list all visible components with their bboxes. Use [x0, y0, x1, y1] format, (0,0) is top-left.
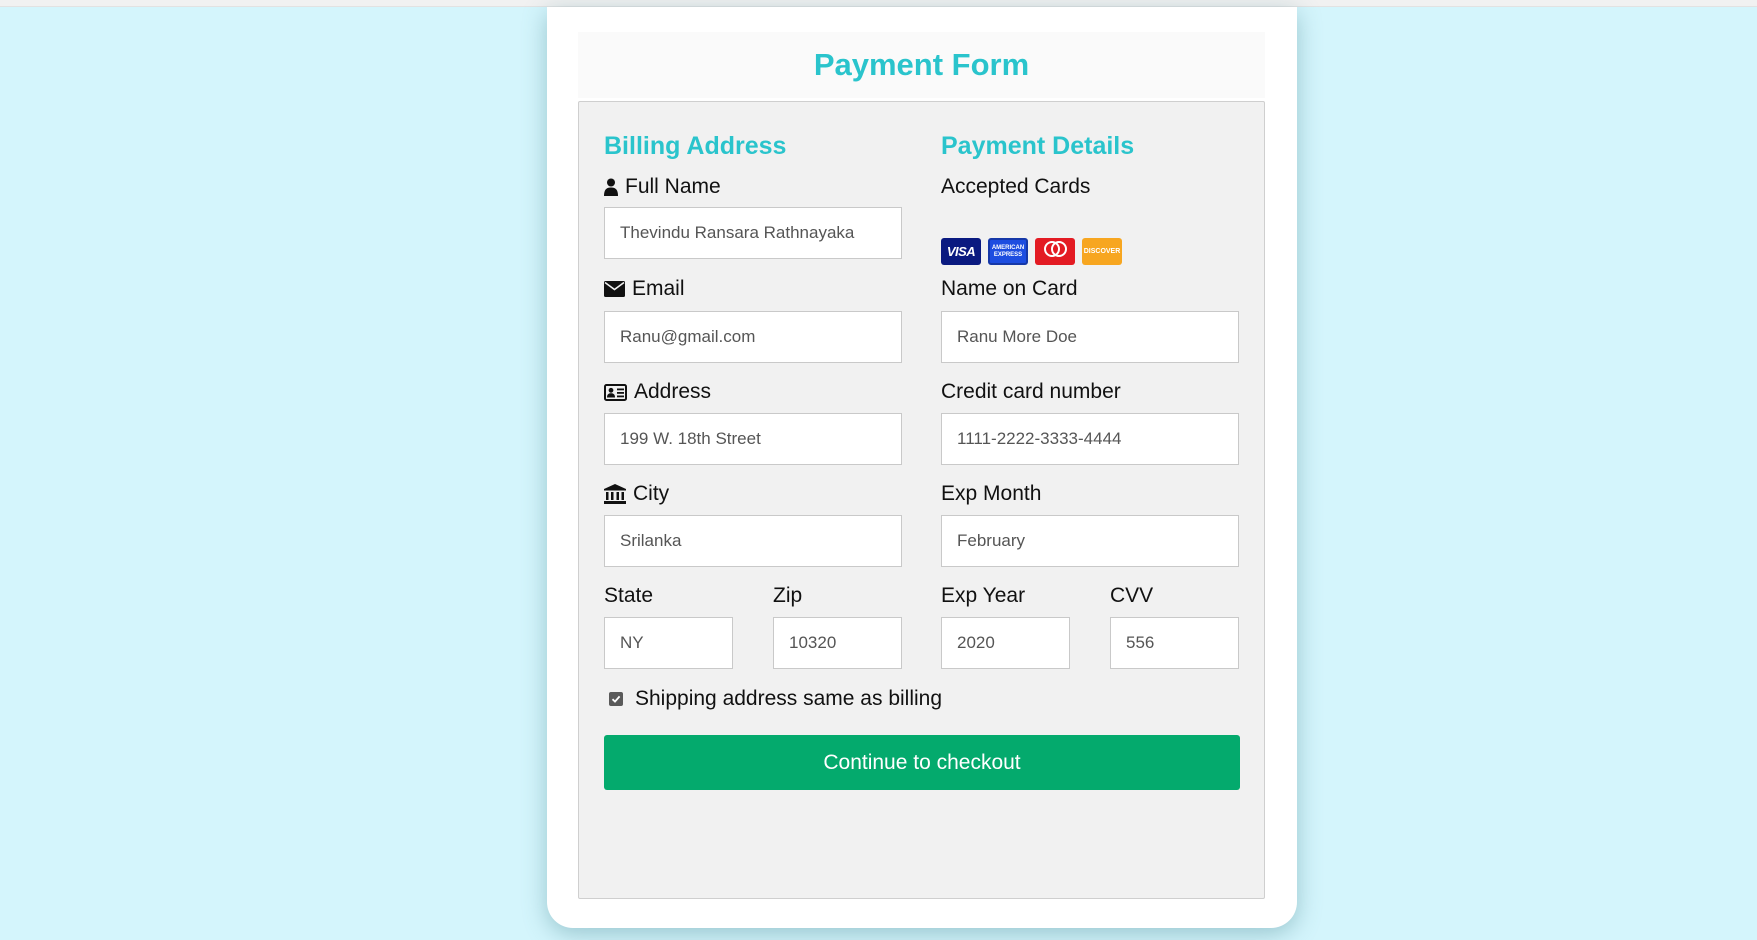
- accepted-cards-icons: VISA AMERICAN EXPRESS DISCOVER: [941, 238, 1122, 265]
- email-label: Email: [604, 277, 685, 301]
- state-input[interactable]: [604, 617, 733, 669]
- zip-label: Zip: [773, 584, 803, 607]
- envelope-icon: [604, 281, 625, 297]
- checkbox-checked-icon[interactable]: [609, 692, 623, 706]
- form-panel: Billing Address Full Name Email Addre: [578, 101, 1265, 899]
- state-label: State: [604, 584, 654, 607]
- exp-year-label: Exp Year: [941, 584, 1026, 607]
- address-input[interactable]: [604, 413, 902, 465]
- institution-icon: [604, 484, 626, 504]
- billing-heading: Billing Address: [604, 132, 787, 160]
- visa-card-icon: VISA: [941, 238, 981, 265]
- amex-card-icon: AMERICAN EXPRESS: [988, 238, 1028, 265]
- exp-month-label: Exp Month: [941, 482, 1042, 505]
- payment-heading: Payment Details: [941, 132, 1135, 160]
- city-label: City: [604, 482, 669, 506]
- card-number-input[interactable]: [941, 413, 1239, 465]
- full-name-input[interactable]: [604, 207, 902, 259]
- continue-to-checkout-button[interactable]: Continue to checkout: [604, 735, 1240, 790]
- email-input[interactable]: [604, 311, 902, 363]
- page-title: Payment Form: [813, 47, 1030, 82]
- city-input[interactable]: [604, 515, 902, 567]
- discover-card-icon: DISCOVER: [1082, 238, 1122, 265]
- cvv-input[interactable]: [1110, 617, 1239, 669]
- cvv-label: CVV: [1110, 584, 1154, 607]
- full-name-label: Full Name: [604, 175, 721, 199]
- payment-form-card: Payment Form Billing Address Full Name E…: [547, 7, 1297, 928]
- card-number-label: Credit card number: [941, 380, 1121, 403]
- zip-input[interactable]: [773, 617, 902, 669]
- mastercard-icon: [1035, 238, 1075, 265]
- exp-year-input[interactable]: [941, 617, 1070, 669]
- shipping-same-label: Shipping address same as billing: [635, 687, 943, 710]
- user-icon: [604, 178, 618, 196]
- name-on-card-input[interactable]: [941, 311, 1239, 363]
- form-title-band: Payment Form: [578, 32, 1265, 98]
- browser-top-strip: [0, 0, 1757, 7]
- accepted-cards-label: Accepted Cards: [941, 175, 1091, 198]
- exp-month-input[interactable]: [941, 515, 1239, 567]
- shipping-same-checkbox-row[interactable]: Shipping address same as billing: [604, 687, 942, 711]
- address-label: Address: [604, 380, 711, 404]
- id-card-icon: [604, 383, 627, 401]
- name-on-card-label: Name on Card: [941, 277, 1078, 300]
